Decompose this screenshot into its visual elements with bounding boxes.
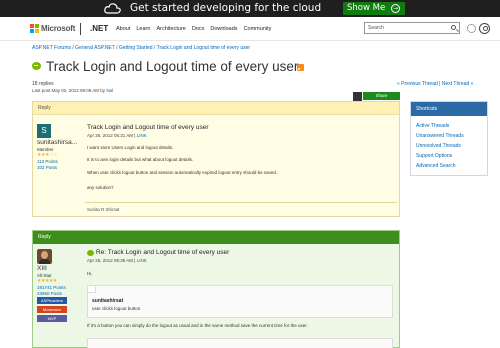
quote-text: user clicks logout button [92, 306, 141, 311]
reply-count: 18 replies [32, 81, 54, 87]
nav-link-docs[interactable]: Docs [192, 26, 205, 32]
author-posts[interactable]: 23950 Posts [37, 291, 62, 296]
search-icon[interactable] [451, 25, 456, 30]
microsoft-logo-icon[interactable] [30, 24, 39, 33]
nav-link-learn[interactable]: Learn [136, 26, 150, 32]
gear-icon[interactable] [467, 24, 476, 33]
nav-link-about[interactable]: About [116, 26, 130, 32]
breadcrumb[interactable]: ASP.NET Forums / General ASP.NET / Getti… [32, 45, 250, 51]
last-post-info: Last post May 02, 2012 09:09 AM by Nal [32, 88, 113, 93]
reply-link[interactable]: Reply [33, 102, 399, 115]
star-rating: ★★★☆☆ [37, 152, 57, 158]
nav-link-architecture[interactable]: Architecture [156, 26, 185, 32]
quote-author: sunitashirsat [92, 298, 124, 304]
author-points[interactable]: 113 Points [37, 159, 58, 164]
post-title: Re: Track Login and Logout time of every… [87, 249, 230, 256]
shortcut-unanswered-threads[interactable]: Unanswered Threads [416, 131, 487, 141]
share-button[interactable]: Share [363, 92, 400, 100]
shortcut-advanced-search[interactable]: Advanced Search [416, 161, 487, 171]
quote-block: sunitashirsat user clicks logout button [87, 285, 393, 318]
arrow-right-circle-icon: → [391, 4, 400, 13]
author-name[interactable]: XIII [37, 265, 47, 272]
author-points[interactable]: 191741 Points [37, 285, 66, 290]
nav-links: About Learn Architecture Docs Downloads … [116, 26, 271, 32]
page-title: Track Login and Logout time of every use… [46, 59, 299, 74]
post-body-line: It is to aviv login details but what abo… [87, 157, 194, 162]
last-post-label: Last post May 02, 2012 09:09 AM by [32, 88, 106, 93]
nav-link-downloads[interactable]: Downloads [210, 26, 237, 32]
post-permalink[interactable]: LINK [137, 258, 147, 263]
nav-divider [80, 23, 81, 35]
post-body-line: I want store Users Login and logout deta… [87, 145, 174, 150]
avatar[interactable] [37, 249, 52, 264]
star-rating: ★★★★★ [37, 278, 57, 284]
banner-text: Get started developing for the cloud [130, 2, 322, 14]
post-date: Apr 26, 2012 05:31 AM | LINK [87, 133, 147, 138]
post-signature: Sunita R Shirsat [87, 207, 120, 212]
shortcuts-links: Active Threads Unanswered Threads Unreso… [411, 116, 487, 171]
post-timestamp: Apr 26, 2012 05:35 AM [87, 258, 134, 263]
post-body-line: When user clicks logout button and sessi… [87, 170, 279, 175]
signature-divider [85, 202, 397, 203]
top-nav: Microsoft .NET About Learn Architecture … [0, 17, 500, 41]
discussion-icon [32, 62, 41, 70]
reply-link[interactable]: Reply [33, 231, 399, 244]
shortcuts-header: Shortcuts [411, 102, 487, 116]
badge-mvp: MVP [37, 315, 67, 322]
shortcut-support-options[interactable]: Support Options [416, 151, 487, 161]
badge-moderator: Moderator [37, 306, 67, 313]
print-icon[interactable] [353, 92, 362, 101]
quote-icon [88, 286, 96, 293]
cloud-icon [104, 3, 121, 14]
author-name[interactable]: sunitashirsa... [37, 139, 77, 146]
shortcuts-panel: Shortcuts Active Threads Unanswered Thre… [410, 101, 488, 176]
post-timestamp: Apr 26, 2012 05:31 AM [87, 133, 134, 138]
quote-block [87, 338, 393, 348]
search-input[interactable]: Search [364, 22, 460, 34]
post-title-text: Re: Track Login and Logout time of every… [96, 249, 230, 256]
microsoft-brand[interactable]: Microsoft [41, 24, 75, 33]
post-greeting: Hi, [87, 271, 93, 276]
thread-pagination[interactable]: « Previous Thread | Next Thread » [397, 81, 473, 87]
author-posts[interactable]: 102 Posts [37, 165, 57, 170]
shortcut-active-threads[interactable]: Active Threads [416, 121, 487, 131]
nav-link-community[interactable]: Community [244, 26, 272, 32]
rss-icon[interactable] [297, 64, 304, 71]
post-body-line: If it's a button you can simply do the l… [87, 323, 308, 328]
discussion-icon [87, 250, 94, 256]
user-icon[interactable] [479, 23, 490, 34]
post-title: Track Login and Logout time of every use… [87, 124, 209, 131]
post-permalink[interactable]: LINK [137, 133, 147, 138]
last-post-user-link[interactable]: Nal [106, 88, 113, 93]
show-me-label: Show Me [347, 3, 386, 13]
badge-aspinsiders: ASPInsiders [37, 297, 67, 304]
avatar[interactable]: S [37, 124, 51, 138]
post-body-line: any solution? [87, 185, 114, 190]
show-me-button[interactable]: Show Me → [343, 2, 405, 15]
search-placeholder: Search [368, 25, 384, 31]
shortcut-unresolved-threads[interactable]: Unresolved Threads [416, 141, 487, 151]
dotnet-brand[interactable]: .NET [90, 24, 108, 33]
post-date: Apr 26, 2012 05:35 AM | LINK [87, 258, 147, 263]
promo-banner: Get started developing for the cloud Sho… [0, 0, 500, 17]
